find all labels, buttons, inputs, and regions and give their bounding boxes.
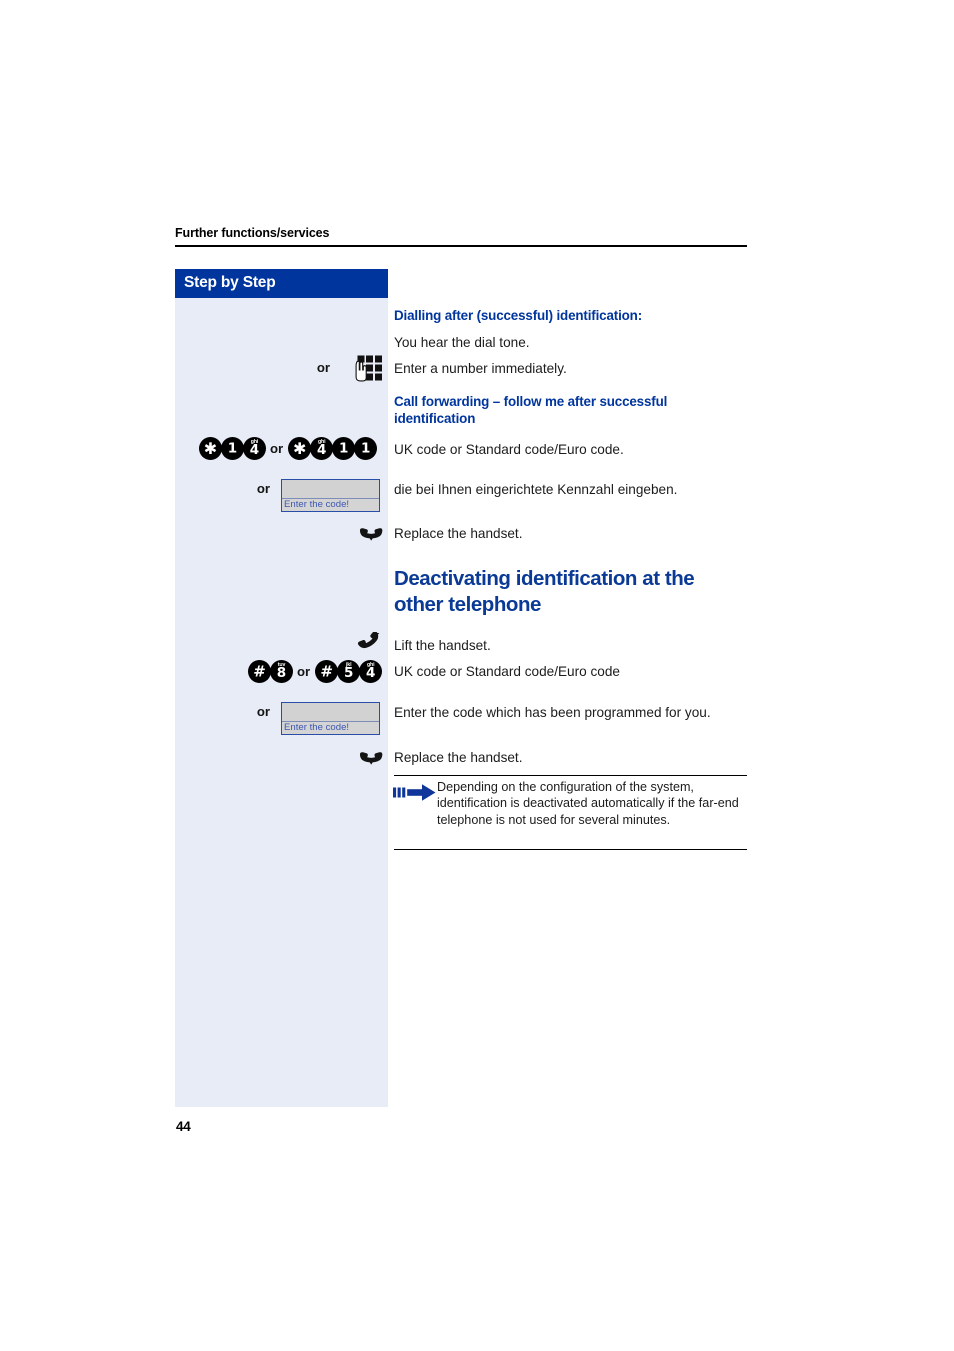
code-field-caption-1: Enter the code! (284, 499, 350, 510)
key-star: ✱ (199, 437, 222, 460)
or-label-keys-2: or (297, 664, 311, 679)
key-1-2: 1 (332, 437, 356, 460)
note-rule-bottom (394, 849, 747, 851)
text-lift-handset: Lift the handset. (394, 638, 491, 653)
text-enter-programmed-code: Enter the code which has been programmed… (394, 705, 711, 720)
or-label-1: or (316, 360, 330, 375)
key-hash: # (248, 660, 271, 683)
header-rule (175, 245, 747, 248)
heading-dialling: Dialling after (successful) identificati… (394, 308, 643, 323)
key-5: jkl 5 (337, 660, 361, 683)
text-uk-code-2: UK code or Standard code/Euro code (394, 664, 620, 679)
keypad-with-hand-icon (355, 355, 385, 383)
running-head: Further functions/services (175, 226, 330, 240)
or-label-keys-1: or (270, 441, 284, 456)
text-enter-number: Enter a number immediately. (394, 361, 567, 376)
key-4: ghi 4 (243, 437, 266, 460)
code-field-caption-2: Enter the code! (284, 722, 350, 733)
key-8: tuv 8 (270, 660, 293, 683)
handset-lift-icon (357, 632, 384, 652)
code-entry-field-1[interactable]: Enter the code! (281, 479, 380, 512)
text-uk-code-1: UK code or Standard code/Euro code. (394, 442, 624, 457)
or-label-2: or (256, 481, 270, 496)
note-text: Depending on the configuration of the sy… (437, 780, 739, 827)
handset-down-icon (358, 527, 384, 542)
sidebar-title-bar: Step by Step (175, 269, 388, 298)
section-title-deactivating: Deactivating identification at the other… (394, 567, 695, 616)
text-kennzahl: die bei Ihnen eingerichtete Kennzahl ein… (394, 482, 678, 497)
heading-call-forwarding: Call forwarding – follow me after succes… (394, 394, 668, 426)
step-by-step-sidebar (175, 269, 388, 1107)
handset-down-icon-2 (358, 751, 384, 766)
sidebar-title: Step by Step (184, 274, 276, 291)
key-4-3: ghi 4 (359, 660, 383, 683)
text-replace-handset-2: Replace the handset. (394, 750, 523, 765)
manual-page: Further functions/services Step by Step … (0, 0, 954, 1351)
key-1: 1 (221, 437, 244, 460)
key-star-2: ✱ (288, 437, 312, 460)
code-input-slot-2[interactable] (282, 703, 379, 722)
code-entry-field-2[interactable]: Enter the code! (281, 702, 380, 735)
key-sequence-call-forwarding: ✱ 1 ghi 4 or ✱ ghi 4 1 1 (199, 437, 378, 460)
blue-arrow-note-icon (393, 783, 437, 802)
key-1-3: 1 (354, 437, 378, 460)
or-label-3: or (256, 704, 270, 719)
page-number: 44 (176, 1119, 191, 1134)
code-input-slot-1[interactable] (282, 480, 379, 499)
key-4-2: ghi 4 (310, 437, 334, 460)
key-hash-2: # (315, 660, 339, 683)
note-rule-top (394, 775, 747, 777)
text-dial-tone: You hear the dial tone. (394, 335, 530, 350)
key-sequence-deactivate: # tuv 8 or # jkl 5 ghi 4 (248, 660, 383, 683)
text-replace-handset-1: Replace the handset. (394, 526, 523, 541)
